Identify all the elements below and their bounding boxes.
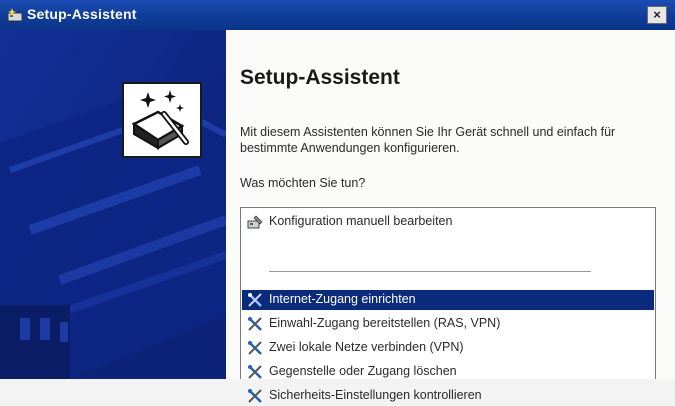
page-title: Setup-Assistent — [240, 66, 400, 89]
option-manual-config[interactable]: Konfiguration manuell bearbeiten — [242, 212, 654, 232]
option-security-settings[interactable]: Sicherheits-Einstellungen kontrollieren — [242, 386, 654, 406]
option-label: Konfiguration manuell bearbeiten — [269, 214, 453, 228]
option-label: Sicherheits-Einstellungen kontrollieren — [269, 388, 482, 402]
wizard-app-icon — [7, 8, 23, 22]
close-button[interactable]: × — [647, 6, 667, 24]
window-title: Setup-Assistent — [27, 6, 137, 22]
option-label: Zwei lokale Netze verbinden (VPN) — [269, 340, 464, 354]
setup-wizard-window: Setup-Assistent × Setup-Assistent Mit di… — [0, 0, 675, 403]
option-internet-access[interactable]: Internet-Zugang einrichten — [242, 290, 654, 310]
question-label: Was möchten Sie tun? — [240, 176, 366, 190]
wizard-content: Setup-Assistent Mit diesem Assistenten k… — [226, 30, 675, 403]
tools-icon — [248, 341, 262, 355]
option-label: Internet-Zugang einrichten — [269, 292, 416, 306]
option-connect-networks[interactable]: Zwei lokale Netze verbinden (VPN) — [242, 338, 654, 358]
wizard-description: Mit diesem Assistenten können Sie Ihr Ge… — [240, 125, 616, 155]
tools-icon — [248, 389, 262, 403]
options-list[interactable]: Konfiguration manuell bearbeiten Interne… — [240, 207, 656, 403]
magic-wand-router-icon — [131, 90, 189, 150]
list-separator — [269, 271, 591, 272]
wizard-logo — [122, 82, 202, 158]
title-bar[interactable]: Setup-Assistent × — [0, 0, 675, 30]
wizard-sidebar-banner — [0, 30, 226, 379]
tools-icon — [248, 317, 262, 331]
tools-icon — [248, 293, 262, 307]
option-label: Einwahl-Zugang bereitstellen (RAS, VPN) — [269, 316, 501, 330]
option-dial-in-access[interactable]: Einwahl-Zugang bereitstellen (RAS, VPN) — [242, 314, 654, 334]
tools-icon — [248, 365, 262, 379]
option-label: Gegenstelle oder Zugang löschen — [269, 364, 457, 378]
config-tool-icon — [247, 215, 263, 229]
option-delete-remote[interactable]: Gegenstelle oder Zugang löschen — [242, 362, 654, 382]
